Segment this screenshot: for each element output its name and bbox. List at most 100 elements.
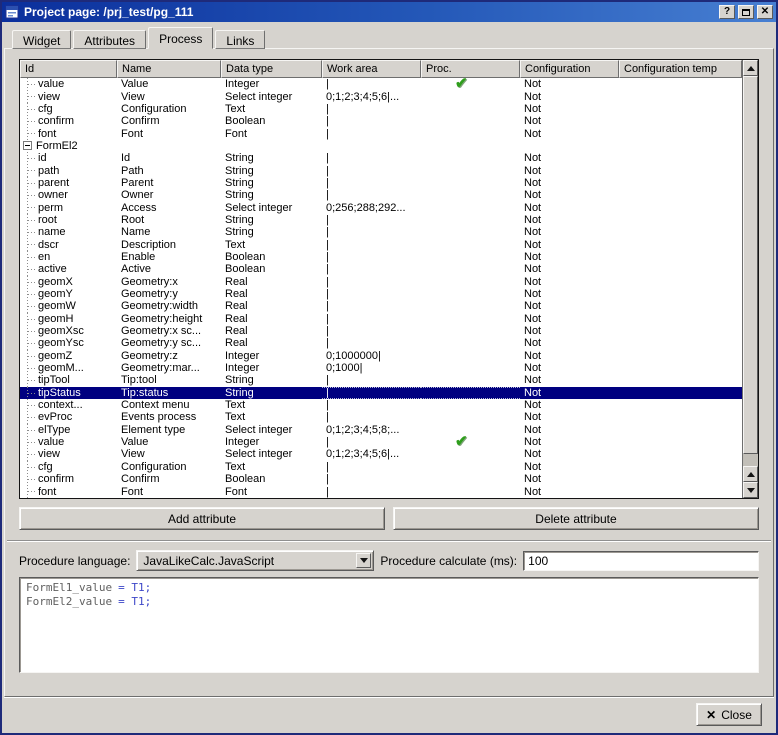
table-row[interactable]: rootRootString|Not: [20, 214, 742, 226]
table-row[interactable]: cfgConfigurationText|Not: [20, 461, 742, 473]
scrollbar-track[interactable]: [743, 454, 758, 466]
scroll-up-button[interactable]: [743, 60, 758, 76]
table-row[interactable]: activeActiveBoolean|Not: [20, 263, 742, 275]
tree-line: [28, 343, 37, 344]
table-row[interactable]: geomZGeometry:zInteger0;1000000|Not: [20, 350, 742, 362]
table-row[interactable]: geomXscGeometry:x sc...Real|Not: [20, 325, 742, 337]
attribute-id: active: [38, 263, 67, 275]
column-header-data-type[interactable]: Data type: [221, 60, 322, 78]
tab-widget[interactable]: Widget: [12, 30, 71, 49]
table-row[interactable]: enEnableBoolean|Not: [20, 251, 742, 263]
column-header-config-temp[interactable]: Configuration temp: [619, 60, 742, 78]
table-row[interactable]: confirmConfirmBoolean|Not: [20, 473, 742, 485]
collapse-icon[interactable]: [23, 141, 32, 150]
table-row[interactable]: valueValueInteger|✔Not: [20, 436, 742, 448]
table-row[interactable]: valueValueInteger|✔Not: [20, 78, 742, 90]
cell-proc: [421, 337, 520, 349]
column-header-configuration[interactable]: Configuration: [520, 60, 619, 78]
cell-proc: [421, 350, 520, 362]
cell-data-type: Text: [221, 399, 322, 411]
scroll-up-button-bottom[interactable]: [743, 466, 758, 482]
cell-configuration: Not: [520, 313, 619, 325]
chevron-down-icon: [360, 558, 368, 563]
table-row[interactable]: ownerOwnerString|Not: [20, 189, 742, 201]
attribute-id: geomH: [38, 313, 73, 325]
cell-proc: [421, 140, 520, 152]
cell-proc: [421, 461, 520, 473]
table-row[interactable]: cfgConfigurationText|Not: [20, 103, 742, 115]
cell-name: Context menu: [117, 399, 221, 411]
tree-line: [28, 96, 37, 97]
cell-proc: [421, 448, 520, 460]
table-row[interactable]: idIdString|Not: [20, 152, 742, 164]
cell-config-temp: [619, 115, 742, 127]
cell-configuration: [520, 140, 619, 152]
table-row[interactable]: permAccessSelect integer0;256;288;292...…: [20, 201, 742, 213]
vertical-scrollbar[interactable]: [742, 60, 758, 498]
table-row[interactable]: evProcEvents processText|Not: [20, 411, 742, 423]
splitter[interactable]: [7, 540, 771, 542]
tab-process[interactable]: Process: [148, 27, 213, 49]
table-row[interactable]: geomXGeometry:xReal|Not: [20, 276, 742, 288]
table-row[interactable]: nameNameString|Not: [20, 226, 742, 238]
table-row[interactable]: geomYscGeometry:y sc...Real|Not: [20, 337, 742, 349]
table-row[interactable]: geomYGeometry:yReal|Not: [20, 288, 742, 300]
cell-id: geomW: [20, 300, 117, 312]
table-row[interactable]: pathPathString|Not: [20, 164, 742, 176]
cell-config-temp: [619, 140, 742, 152]
table-row[interactable]: fontFontFont|Not: [20, 127, 742, 139]
cell-id: view: [20, 448, 117, 460]
table-row[interactable]: dscrDescriptionText|Not: [20, 238, 742, 250]
table-row[interactable]: geomM...Geometry:mar...Integer0;1000|Not: [20, 362, 742, 374]
column-header-work-area[interactable]: Work area: [322, 60, 421, 78]
table-row[interactable]: parentParentString|Not: [20, 177, 742, 189]
cell-name: Geometry:y sc...: [117, 337, 221, 349]
cell-work-area: 0;1000|: [322, 362, 421, 374]
cell-name: Value: [117, 436, 221, 448]
close-window-button[interactable]: ✕: [757, 5, 773, 19]
process-tab-pane: Id Name Data type Work area Proc. Config…: [4, 48, 774, 697]
arrow-down-icon: [747, 488, 755, 493]
attribute-id: evProc: [38, 411, 72, 423]
procedure-code-editor[interactable]: FormEl1_value= T1;FormEl2_value= T1;: [19, 577, 759, 673]
table-row[interactable]: viewViewSelect integer0;1;2;3;4;5;6|...N…: [20, 448, 742, 460]
table-row[interactable]: fontFontFont|Not: [20, 485, 742, 497]
table-row[interactable]: elTypeElement typeSelect integer0;1;2;3;…: [20, 424, 742, 436]
table-row[interactable]: tipToolTip:toolString|Not: [20, 374, 742, 386]
table-row[interactable]: geomHGeometry:heightReal|Not: [20, 313, 742, 325]
table-row[interactable]: FormEl2: [20, 140, 742, 152]
cell-data-type: String: [221, 214, 322, 226]
table-row[interactable]: geomWGeometry:widthReal|Not: [20, 300, 742, 312]
table-row[interactable]: context...Context menuText|Not: [20, 399, 742, 411]
add-attribute-button[interactable]: Add attribute: [19, 507, 385, 530]
maximize-button[interactable]: [738, 5, 754, 19]
cell-data-type: Text: [221, 461, 322, 473]
cell-config-temp: [619, 189, 742, 201]
titlebar[interactable]: Project page: /prj_test/pg_111 ? ✕: [2, 2, 776, 22]
cell-config-temp: [619, 313, 742, 325]
help-button[interactable]: ?: [719, 5, 735, 19]
cell-data-type: String: [221, 189, 322, 201]
dropdown-button[interactable]: [356, 553, 371, 568]
scrollbar-thumb[interactable]: [743, 76, 758, 454]
table-row[interactable]: tipStatusTip:statusString|Not: [20, 387, 742, 399]
table-row[interactable]: viewViewSelect integer0;1;2;3;4;5;6|...N…: [20, 90, 742, 102]
table-row[interactable]: confirmConfirmBoolean|Not: [20, 115, 742, 127]
tab-attributes[interactable]: Attributes: [73, 30, 146, 49]
tab-links[interactable]: Links: [215, 30, 265, 49]
close-button[interactable]: ✕ Close: [696, 703, 762, 726]
cell-name: Description: [117, 238, 221, 250]
tree-line: [28, 405, 37, 406]
attribute-id: font: [38, 128, 56, 140]
scroll-down-button[interactable]: [743, 482, 758, 498]
column-header-id[interactable]: Id: [20, 60, 117, 78]
procedure-calc-input[interactable]: [523, 551, 759, 571]
delete-attribute-button[interactable]: Delete attribute: [393, 507, 759, 530]
cell-proc: [421, 387, 520, 399]
column-header-name[interactable]: Name: [117, 60, 221, 78]
cell-data-type: Boolean: [221, 263, 322, 275]
cell-configuration: Not: [520, 115, 619, 127]
column-header-proc[interactable]: Proc.: [421, 60, 520, 78]
procedure-language-select[interactable]: JavaLikeCalc.JavaScript: [136, 550, 374, 571]
cell-data-type: Text: [221, 411, 322, 423]
